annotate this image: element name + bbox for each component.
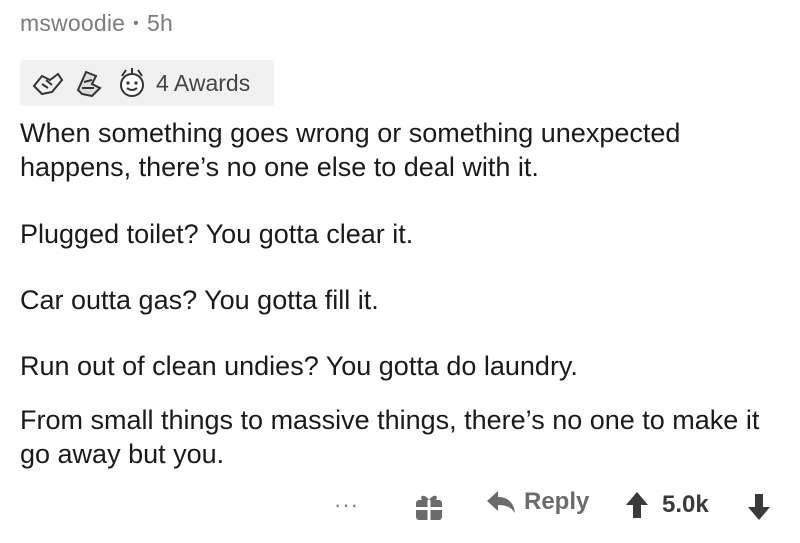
wholesome-smiley-icon [112, 66, 152, 100]
downvote-arrow-icon[interactable] [746, 492, 772, 522]
reply-arrow-icon [487, 491, 515, 513]
comment-actions: ··· Reply 5.0k [20, 482, 790, 532]
timestamp[interactable]: 5h [147, 10, 173, 36]
vote-score: 5.0k [662, 491, 709, 518]
awards-count: 4 Awards [156, 69, 251, 96]
comment-paragraph: When something goes wrong or something u… [20, 118, 681, 182]
comment-meta: mswoodie • 5h [20, 10, 173, 37]
meta-separator: • [133, 15, 139, 32]
comment-paragraph: From small things to massive things, the… [20, 405, 760, 469]
more-options-button[interactable]: ··· [334, 492, 359, 518]
helpful-hands-icon [28, 66, 68, 100]
reply-button[interactable]: Reply [486, 488, 589, 516]
awards-bar[interactable]: 4 Awards [20, 60, 274, 106]
upvote-arrow-icon[interactable] [624, 490, 650, 520]
author-link[interactable]: mswoodie [20, 10, 125, 36]
comment-paragraph: Run out of clean undies? You gotta do la… [20, 351, 578, 381]
give-award-icon[interactable] [412, 490, 446, 524]
wholesome-seal-icon [70, 66, 110, 100]
comment: mswoodie • 5h 4 Awards When something go… [20, 0, 790, 543]
comment-paragraph: Car outta gas? You gotta fill it. [20, 285, 379, 315]
comment-paragraph: Plugged toilet? You gotta clear it. [20, 219, 414, 249]
reply-label: Reply [524, 488, 590, 515]
